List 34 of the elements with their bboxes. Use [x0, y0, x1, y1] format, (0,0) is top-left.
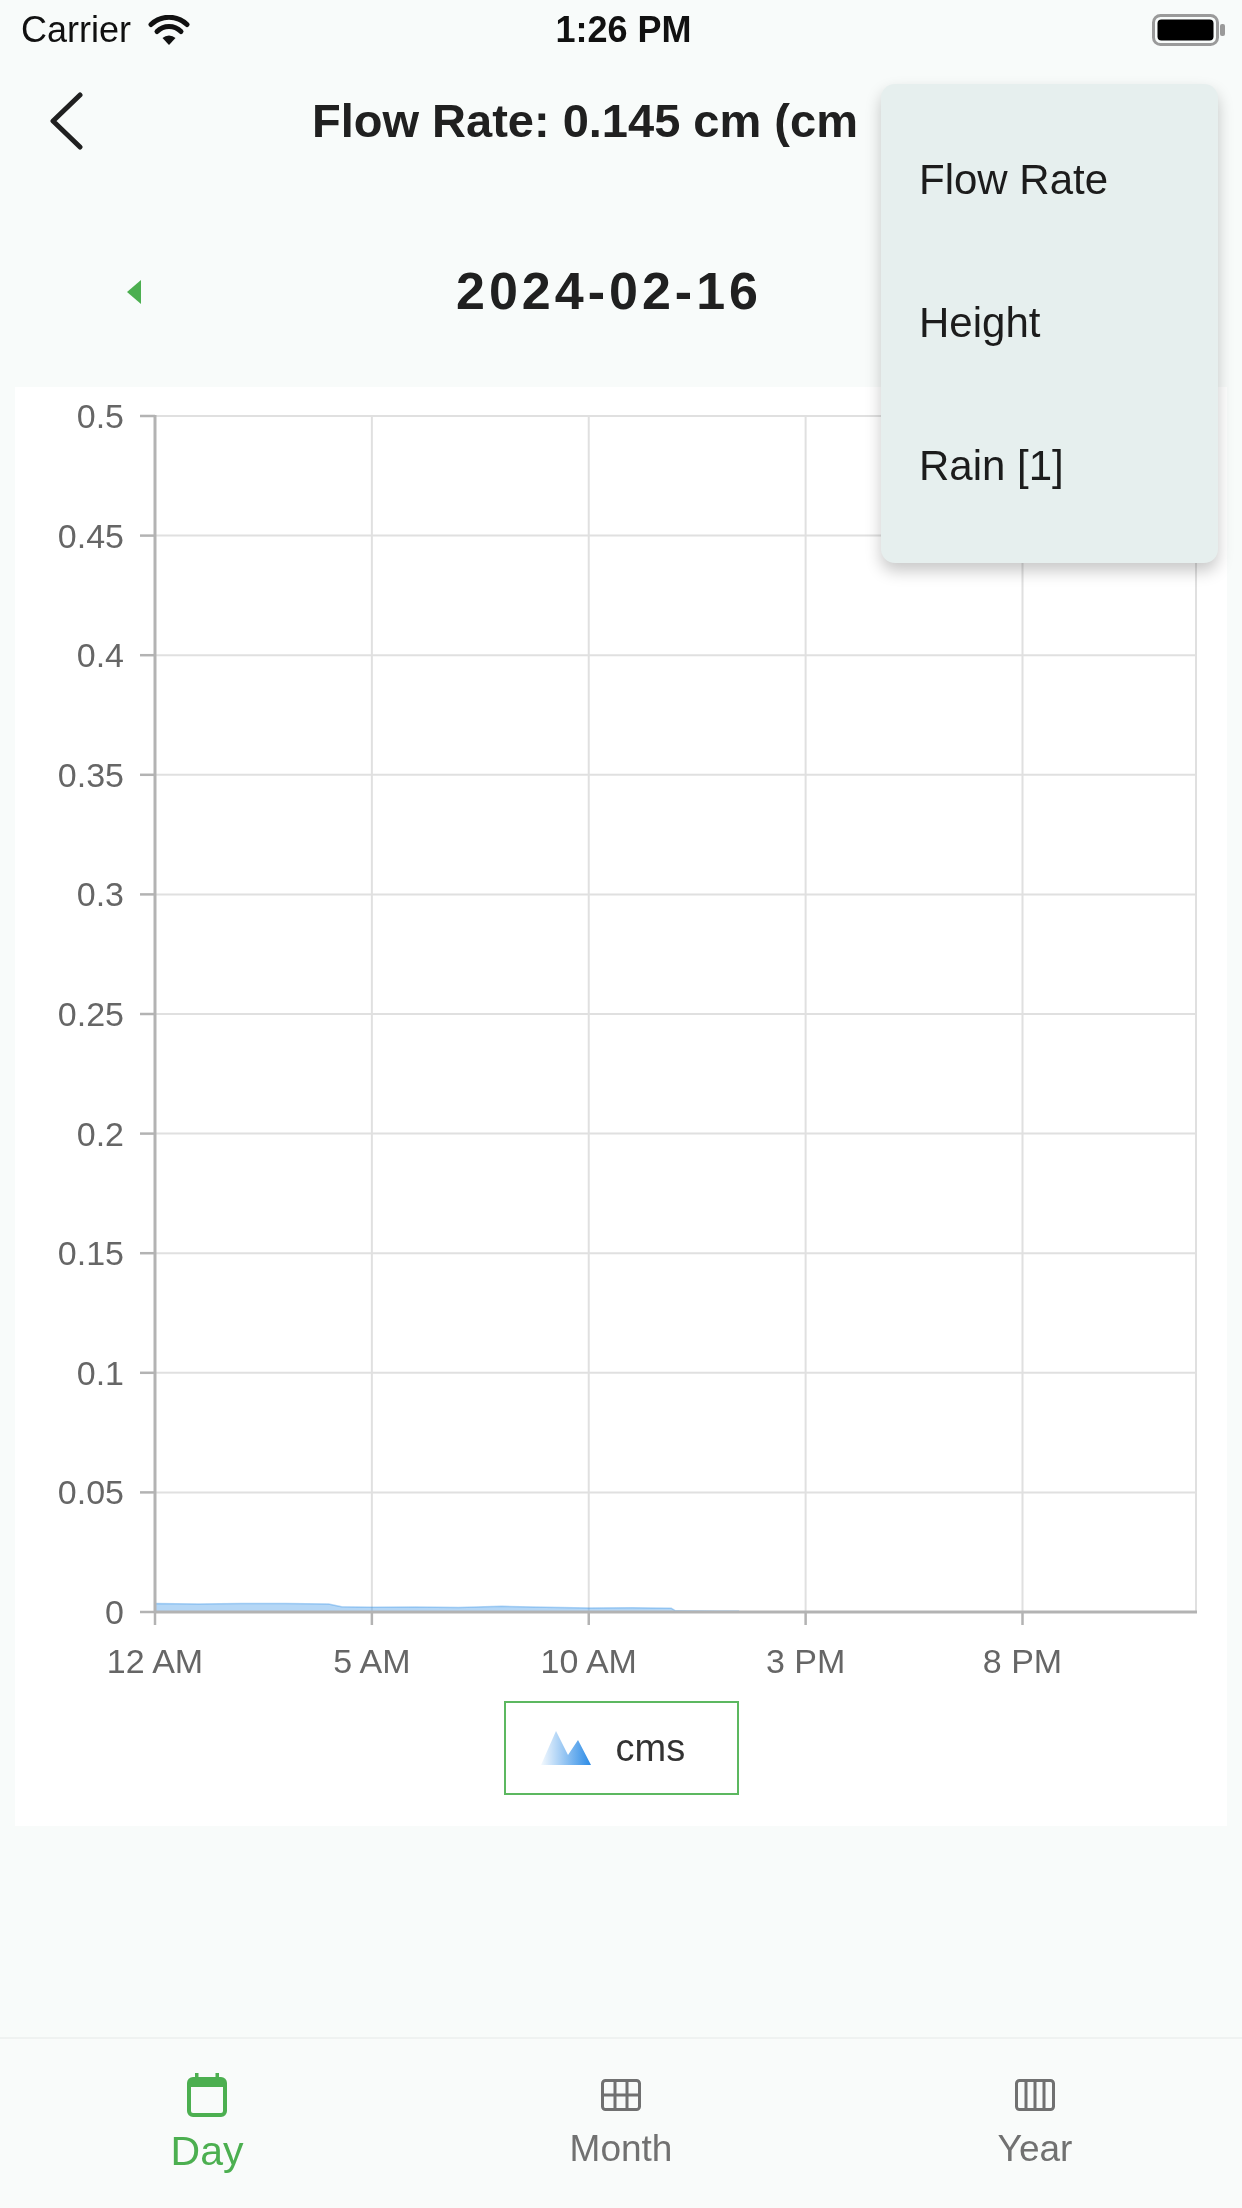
y-axis-label: 0.45 [57, 516, 124, 555]
selected-date: 2024-02-16 [456, 262, 762, 322]
chevron-left-icon [48, 92, 84, 150]
calendar-icon [187, 2073, 227, 2117]
menu-item[interactable]: Rain [1] [881, 395, 1218, 538]
y-axis-label: 0.1 [76, 1353, 124, 1392]
y-axis-label: 0.2 [76, 1114, 124, 1153]
x-axis-label: 12 AM [106, 1642, 204, 1680]
x-axis-label: 8 PM [982, 1642, 1063, 1680]
legend-button[interactable]: cms [503, 1701, 739, 1795]
y-axis-label: 0.4 [76, 636, 124, 675]
grid-icon [601, 2079, 641, 2111]
wifi-icon [148, 14, 190, 46]
tab-button[interactable]: Year [997, 2073, 1073, 2170]
status-time: 1:26 PM [555, 10, 692, 50]
y-axis-label: 0.15 [57, 1234, 124, 1273]
y-axis-label: 0.05 [57, 1473, 124, 1512]
screen-title: Flow Rate: 0.145 cm (cm [312, 93, 858, 148]
y-axis-label: 0.5 [76, 397, 124, 435]
columns-icon [1015, 2079, 1055, 2111]
battery-icon [1152, 14, 1226, 46]
tab-button[interactable]: Month [569, 2073, 673, 2170]
mountain-icon [540, 1731, 591, 1765]
x-axis-label: 5 AM [333, 1642, 411, 1680]
carrier-name: Carrier [21, 10, 131, 50]
y-axis-label: 0.35 [57, 755, 124, 794]
y-axis-label: 0.25 [57, 995, 124, 1033]
menu-item[interactable]: Flow Rate [881, 109, 1218, 252]
x-axis-label: 3 PM [765, 1642, 846, 1680]
x-axis-label: 10 AM [540, 1642, 637, 1680]
y-axis-label: 0 [105, 1593, 124, 1631]
caret-left-icon [127, 280, 141, 304]
menu-item[interactable]: Height [881, 252, 1218, 395]
y-axis-label: 0.3 [76, 875, 124, 914]
